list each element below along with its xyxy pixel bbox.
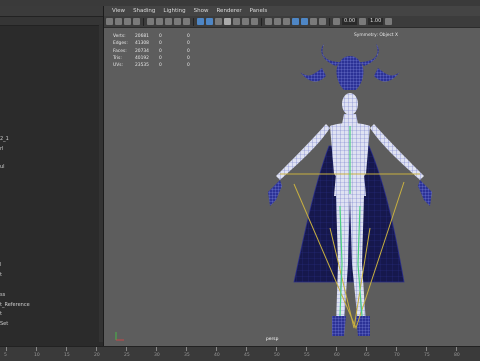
outliner-item-label: t — [0, 311, 2, 317]
tick-mark — [156, 347, 157, 351]
outliner-header — [0, 6, 103, 17]
tick-label: 5 — [4, 353, 7, 358]
tick-label: 70 — [394, 353, 400, 358]
outliner-item-label: l — [0, 262, 2, 268]
headdress-mesh[interactable] — [336, 56, 364, 90]
tick-mark — [216, 347, 217, 351]
tick-label: 50 — [274, 353, 280, 358]
outliner-item-label: t — [0, 272, 2, 278]
outliner-item[interactable]: t_Reference — [0, 302, 30, 308]
outliner-item-label: rl — [0, 146, 4, 152]
outliner-item[interactable]: rl — [0, 146, 3, 152]
tick-label: 35 — [184, 353, 190, 358]
tick-label: 15 — [64, 353, 70, 358]
camera-label: persp — [266, 337, 279, 342]
tick-mark — [426, 347, 427, 351]
tick-mark — [6, 347, 7, 351]
tick-label: 30 — [154, 353, 160, 358]
right-hand-mesh[interactable] — [418, 180, 432, 206]
right-foot-mesh[interactable] — [356, 316, 370, 336]
tick-label: 25 — [124, 353, 130, 358]
tick-label: 65 — [364, 353, 370, 358]
time-slider[interactable]: 5 10 15 20 25 30 35 40 45 50 55 60 65 70… — [0, 346, 480, 361]
tick-label: 10 — [34, 353, 40, 358]
outliner-item-label: ul — [0, 164, 5, 170]
tick-label: 20 — [94, 353, 100, 358]
tick-mark — [276, 347, 277, 351]
tick-mark — [336, 347, 337, 351]
outliner-item-label: 2_1 — [0, 136, 9, 142]
outliner-scrollbar[interactable] — [99, 24, 103, 342]
outliner-item-label: ss — [0, 292, 6, 298]
tick-label: 40 — [214, 353, 220, 358]
tick-mark — [186, 347, 187, 351]
tick-mark — [456, 347, 457, 351]
tick-label: 75 — [424, 353, 430, 358]
neck-mesh[interactable] — [342, 114, 358, 124]
outliner-item[interactable]: l — [0, 262, 1, 268]
axis-gizmo — [115, 332, 124, 341]
right-ornament-mesh[interactable] — [374, 68, 400, 82]
tick-mark — [366, 347, 367, 351]
tick-label: 55 — [304, 353, 310, 358]
tick-mark — [36, 347, 37, 351]
outliner-search-bar[interactable] — [0, 17, 103, 26]
tick-mark — [96, 347, 97, 351]
tick-label: 45 — [244, 353, 250, 358]
tick-mark — [66, 347, 67, 351]
outliner-item[interactable]: t — [0, 272, 2, 278]
tick-mark — [306, 347, 307, 351]
right-horn-mesh[interactable] — [360, 44, 379, 66]
left-horn-mesh[interactable] — [321, 44, 340, 66]
outliner-item[interactable]: ul — [0, 164, 5, 170]
left-foot-mesh[interactable] — [332, 316, 346, 336]
outliner-item[interactable]: t — [0, 311, 2, 317]
tick-mark — [126, 347, 127, 351]
outliner-item[interactable]: 2_1 — [0, 136, 9, 142]
character-model[interactable] — [104, 6, 480, 346]
left-ornament-mesh[interactable] — [300, 68, 326, 82]
outliner-panel: 2_1 rl ul l t ss t_Reference t Set — [0, 6, 104, 346]
tick-label: 60 — [334, 353, 340, 358]
tick-label: 80 — [454, 353, 460, 358]
outliner-item-label: t_Reference — [0, 302, 30, 308]
outliner-item[interactable]: ss — [0, 292, 5, 298]
outliner-item-label: Set — [0, 321, 9, 327]
left-hand-mesh[interactable] — [268, 180, 282, 206]
tick-mark — [246, 347, 247, 351]
outliner-item[interactable]: Set — [0, 321, 8, 327]
head-mesh[interactable] — [342, 93, 358, 115]
tick-mark — [396, 347, 397, 351]
